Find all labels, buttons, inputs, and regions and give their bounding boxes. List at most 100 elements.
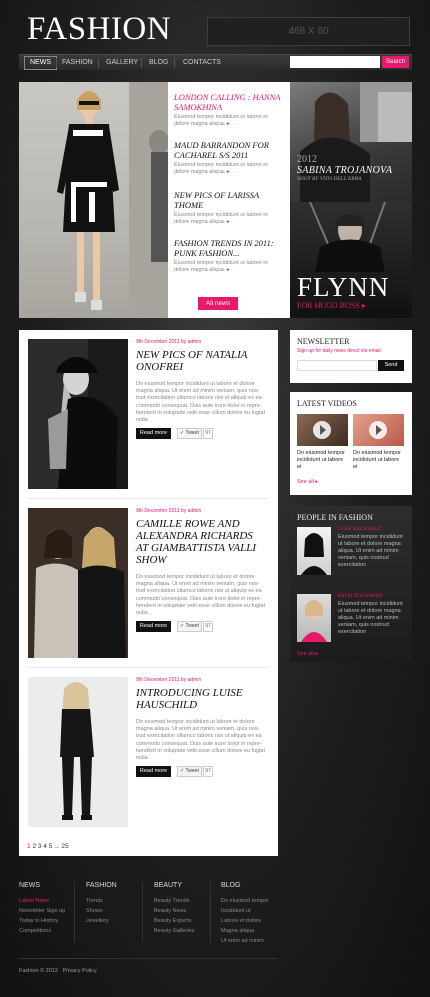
person-name[interactable]: LUISE HAUSCHILD bbox=[338, 527, 406, 532]
article-body: 9th December 2011 by admin CAMILLE ROWE … bbox=[136, 508, 266, 617]
person-photo[interactable] bbox=[297, 594, 331, 642]
footer-separator bbox=[210, 882, 211, 942]
videos-see-all-link[interactable]: See all ▸ bbox=[297, 479, 318, 485]
article-item: 9th December 2011 by admin NEW PICS OF N… bbox=[28, 339, 270, 491]
people-in-fashion-widget: PEOPLE IN FASHION LUISE HAUSCHILD Eiusmo… bbox=[290, 506, 412, 662]
article-date[interactable]: 9th December 2011 by admin bbox=[136, 677, 266, 683]
nav-news[interactable]: NEWS bbox=[24, 56, 57, 70]
footer-link[interactable]: Ut enim ad minim bbox=[221, 936, 291, 946]
footer-link[interactable]: Beauty Trends bbox=[154, 896, 224, 906]
hero-news-desc: Eiusmod tempor incididunt ut labore et d… bbox=[174, 162, 268, 175]
footer-link[interactable]: Magna aliqua bbox=[221, 926, 291, 936]
sabina-credit: SHOT BY VITO DELL'ERBA bbox=[297, 176, 362, 182]
privacy-policy-link[interactable]: Privacy Policy bbox=[63, 968, 97, 974]
article-divider bbox=[28, 667, 268, 668]
hero-runway-photo[interactable] bbox=[19, 82, 168, 318]
search-button[interactable]: Search bbox=[382, 56, 409, 68]
flynn-name: FLYNN bbox=[297, 272, 390, 302]
footer-link[interactable]: Do eiusmod tempor bbox=[221, 896, 291, 906]
copyright-text: Fashion © 2012 bbox=[19, 968, 58, 974]
article-actions: Read more ✓ Tweet 97 bbox=[136, 428, 266, 440]
footer-link[interactable]: Today in History bbox=[19, 916, 89, 926]
article-title[interactable]: NEW PICS OF NATALIA ONOFREI bbox=[136, 349, 266, 373]
tweet-button[interactable]: ✓ Tweet bbox=[177, 766, 202, 777]
nav-contacts[interactable]: CONTACTS bbox=[178, 56, 226, 70]
article-image[interactable] bbox=[28, 508, 128, 658]
article-date[interactable]: 9th December 2011 by admin bbox=[136, 508, 266, 514]
newsletter-email-input[interactable] bbox=[297, 360, 377, 371]
read-more-button[interactable]: Read more bbox=[136, 766, 171, 777]
hero-news-title[interactable]: MAUD BARRANDON FOR CACHAREL S/S 2011 bbox=[174, 140, 282, 160]
footer-separator bbox=[74, 882, 75, 942]
tweet-button[interactable]: ✓ Tweet bbox=[177, 621, 202, 632]
tweet-count: 97 bbox=[203, 766, 213, 777]
nav-fashion[interactable]: FASHION bbox=[57, 56, 98, 70]
hero-feature-flynn[interactable]: FLYNN FOR HUGO BOSS ▸ bbox=[290, 202, 412, 318]
tweet-button[interactable]: ✓ Tweet bbox=[177, 428, 202, 439]
newsletter-subtitle: Sign up for daily news direct via email bbox=[297, 348, 381, 354]
article-photo-3 bbox=[28, 677, 128, 827]
sabina-name: SABINA TROJANOVA bbox=[297, 165, 393, 176]
article-image[interactable] bbox=[28, 677, 128, 827]
hero-feature-sabina[interactable]: 2012 SABINA TROJANOVA SHOT BY VITO DELL'… bbox=[290, 82, 412, 204]
flynn-sub: FOR HUGO BOSS ▸ bbox=[297, 301, 366, 310]
footer-link[interactable]: Beauty News bbox=[154, 906, 224, 916]
footer-heading: BEAUTY bbox=[154, 882, 183, 889]
person-photo[interactable] bbox=[297, 527, 331, 575]
person-desc: Eiusmod tempor incididunt ut labore et d… bbox=[338, 601, 403, 635]
person-name[interactable]: KATYA DOLINSKAYA bbox=[338, 594, 406, 599]
read-more-button[interactable]: Read more bbox=[136, 621, 171, 632]
search-input[interactable] bbox=[290, 56, 380, 68]
video-caption[interactable]: Do eiusmod tempor incididunt ut labore e… bbox=[353, 450, 405, 471]
nav-gallery[interactable]: GALLERY bbox=[101, 56, 143, 70]
article-excerpt: Do eiusmod tempor incididunt ut labore e… bbox=[136, 381, 266, 424]
hero-news-desc: Eiusmod tempor incididunt ut labore et d… bbox=[174, 260, 268, 273]
flynn-caption: FLYNN FOR HUGO BOSS ▸ bbox=[297, 272, 390, 311]
footer-link[interactable]: Labore et dolore bbox=[221, 916, 291, 926]
nav-blog[interactable]: BLOG bbox=[144, 56, 173, 70]
hero-news-desc: Eiusmod tempor incididunt ut labore et d… bbox=[174, 212, 268, 225]
sabina-caption: 2012 SABINA TROJANOVA SHOT BY VITO DELL'… bbox=[297, 154, 392, 182]
read-more-button[interactable]: Read more bbox=[136, 428, 171, 439]
footer-link[interactable]: Jewellery bbox=[86, 916, 156, 926]
footer-link[interactable]: Trends bbox=[86, 896, 156, 906]
footer-link[interactable]: Beauty Galleries bbox=[154, 926, 224, 936]
article-title[interactable]: CAMILLE ROWE AND ALEXANDRA RICHARDS AT G… bbox=[136, 518, 266, 566]
hero-news-title[interactable]: FASHION TRENDS IN 2011: PUNK FASHION... bbox=[174, 238, 282, 258]
video-thumb[interactable] bbox=[297, 414, 348, 446]
people-title: PEOPLE IN FASHION bbox=[297, 513, 373, 522]
article-title[interactable]: INTRODUCING LUISE HAUSCHILD bbox=[136, 687, 266, 711]
footer-link[interactable]: Incididunt ut bbox=[221, 906, 291, 916]
page-current[interactable]: 1 bbox=[27, 843, 31, 850]
hero-news-item[interactable]: LONDON CALLING : HANNA SAMOKHINA Eiusmod… bbox=[174, 92, 282, 128]
footer-link[interactable]: Competitions bbox=[19, 926, 89, 936]
footer-link[interactable]: Newsletter Sign up bbox=[19, 906, 89, 916]
page-links[interactable]: 2 3 4 5 ... 25 bbox=[32, 843, 68, 850]
all-news-button[interactable]: All news bbox=[198, 297, 238, 310]
hero-news-item[interactable]: NEW PICS OF LARISSA THOME Eiusmod tempor… bbox=[174, 190, 282, 226]
site-logo[interactable]: FASHION bbox=[27, 13, 171, 46]
footer-link[interactable]: Beauty Experts bbox=[154, 916, 224, 926]
play-icon bbox=[369, 421, 387, 439]
footer-divider bbox=[19, 958, 278, 959]
video-thumb[interactable] bbox=[353, 414, 404, 446]
hero-news-title[interactable]: LONDON CALLING : HANNA SAMOKHINA bbox=[174, 92, 282, 112]
hero-news-item[interactable]: MAUD BARRANDON FOR CACHAREL S/S 2011 Eiu… bbox=[174, 140, 282, 176]
article-date[interactable]: 9th December 2011 by admin bbox=[136, 339, 266, 345]
article-image[interactable] bbox=[28, 339, 128, 489]
video-caption[interactable]: Do eiusmod tempor incididunt ut labore e… bbox=[297, 450, 349, 471]
hero-news-item[interactable]: FASHION TRENDS IN 2011: PUNK FASHION... … bbox=[174, 238, 282, 274]
people-see-all-link[interactable]: See all ▸ bbox=[297, 651, 318, 657]
hero-news-title[interactable]: NEW PICS OF LARISSA THOME bbox=[174, 190, 282, 210]
play-icon bbox=[313, 421, 331, 439]
newsletter-send-button[interactable]: Send bbox=[378, 360, 404, 371]
person-photo-2 bbox=[301, 600, 327, 642]
article-item: 9th December 2011 by admin CAMILLE ROWE … bbox=[28, 508, 270, 660]
article-body: 9th December 2011 by admin INTRODUCING L… bbox=[136, 677, 266, 762]
article-actions: Read more ✓ Tweet 97 bbox=[136, 621, 266, 633]
footer-link[interactable]: Latest News bbox=[19, 896, 89, 906]
article-actions: Read more ✓ Tweet 97 bbox=[136, 766, 266, 778]
footer-link[interactable]: Shows bbox=[86, 906, 156, 916]
person-desc: Eiusmod tempor incididunt ut labore et d… bbox=[338, 534, 403, 568]
person-body: LUISE HAUSCHILD Eiusmod tempor incididun… bbox=[338, 527, 406, 569]
